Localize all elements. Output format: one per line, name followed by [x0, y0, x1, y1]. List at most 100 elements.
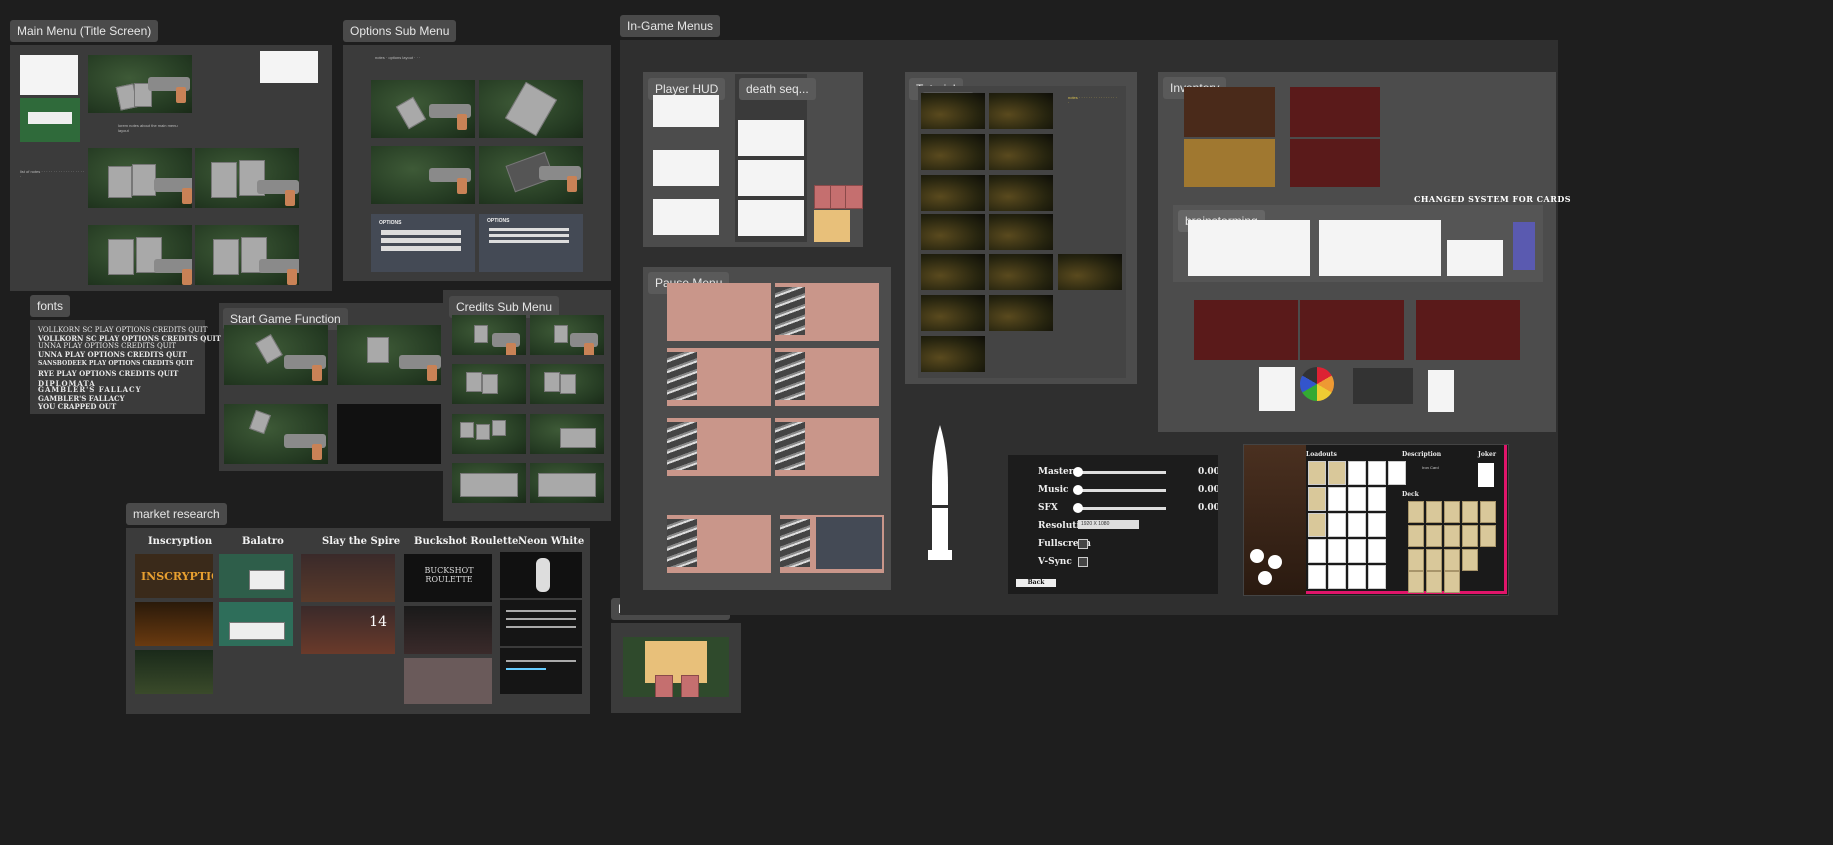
inventory-color-thumb [1194, 300, 1298, 360]
master-value: 0.00 [1198, 467, 1218, 477]
inventory-thumb [1184, 87, 1275, 137]
options-thumb [371, 146, 475, 204]
pause-thumb [667, 418, 771, 476]
inventory-color-thumb [1300, 300, 1404, 360]
master-slider[interactable] [1073, 467, 1166, 477]
title-mockup-thumb [20, 98, 80, 142]
resolution-dropdown[interactable]: 1920 X 1080 [1078, 520, 1139, 529]
main-menu-section: lorem notes about the main menu layout l… [10, 45, 332, 291]
loadout-room [1244, 445, 1306, 595]
start-game-blackout-thumb [337, 404, 441, 464]
brainstorm-sketch [1188, 220, 1310, 276]
font-sample: GAMBLER'S FALLACY [38, 385, 142, 394]
inscryption-logo: INSCRYPTION [141, 570, 213, 583]
chip-icon [1268, 555, 1282, 569]
music-value: 0.00 [1198, 485, 1218, 495]
note-list: list of notes · · · · · · · · · · · · · … [20, 169, 85, 179]
font-sample: RYE PLAY OPTIONS CREDITS QUIT [38, 369, 179, 378]
vsync-checkbox[interactable] [1078, 557, 1088, 567]
pause-thumb [667, 515, 771, 573]
title-variant-thumb [195, 225, 299, 285]
music-label: Music [1038, 485, 1069, 495]
credits-thumb [452, 315, 526, 355]
start-game-thumb [224, 404, 328, 464]
settings-panel: Master 0.00 Music 0.00 SFX 0.00 Resoluti… [1008, 455, 1218, 594]
description-label: Description [1402, 451, 1442, 458]
changed-system-heading: CHANGED SYSTEM FOR CARDS [1414, 194, 1572, 204]
section-label-fonts[interactable]: fonts [30, 295, 71, 317]
inventory-color-thumb [1416, 300, 1520, 360]
pause-thumb [667, 283, 771, 341]
section-label-in-game[interactable]: In-Game Menus [620, 15, 721, 37]
font-sample: VOLLKORN SC PLAY OPTIONS CREDITS QUIT [38, 326, 208, 334]
title-screen-thumb [88, 55, 192, 113]
hud-thumb [653, 150, 719, 186]
back-button[interactable]: Back [1016, 579, 1056, 587]
inscryption-thumb [135, 650, 213, 694]
balatro-thumb [219, 602, 293, 646]
section-label-main-menu[interactable]: Main Menu (Title Screen) [10, 20, 159, 42]
start-game-thumb [224, 325, 328, 385]
title-variant-thumb [88, 148, 192, 208]
options-section: notes · options layout · · · OPTIONS OPT… [343, 45, 611, 281]
credits-thumb [452, 364, 526, 404]
credits-thumb [530, 315, 604, 355]
deck-label: Deck [1402, 491, 1419, 498]
market-game-title: Balatro [242, 536, 284, 547]
pause-thumb [667, 348, 771, 406]
options-menu-thumb: OPTIONS [479, 214, 583, 272]
hud-thumb [653, 95, 719, 127]
neon-white-thumb [500, 552, 582, 598]
credits-thumb [452, 463, 526, 503]
pause-thumb [775, 283, 879, 341]
sfx-label: SFX [1038, 503, 1058, 513]
canvas: { "sections": { "main_menu": "Main Menu … [0, 0, 1833, 845]
note-text: lorem notes about the main menu layout [118, 123, 178, 133]
card-name: Iron Card [1422, 465, 1439, 470]
buckshot-thumb [404, 658, 492, 704]
tutorial-notes: notes · · · · · · · · · · · · · · · · · [1068, 95, 1117, 105]
options-thumb [479, 80, 583, 138]
slot-sketch [1428, 370, 1454, 412]
loadout-screen: Loadouts Description Joker Iron Card Dec… [1243, 444, 1509, 596]
fonts-section: VOLLKORN SC PLAY OPTIONS CREDITS QUIT VO… [30, 320, 221, 414]
sfx-slider[interactable] [1073, 503, 1166, 513]
vsync-label: V-Sync [1038, 557, 1072, 567]
section-label-death-sequence[interactable]: death seq... [739, 78, 816, 100]
brainstorm-sketch [1319, 220, 1441, 276]
market-game-title: Buckshot Roulette [414, 536, 519, 547]
inventory-thumb [1290, 87, 1380, 137]
credits-thumb [530, 463, 604, 503]
joker-slot[interactable] [1478, 463, 1494, 487]
neon-white-thumb [500, 648, 582, 694]
title-variant-thumb [195, 148, 299, 208]
balatro-thumb [219, 554, 293, 598]
buckshot-logo: BUCKSHOT ROULETTE [424, 566, 474, 584]
brainstorm-sketch [1447, 240, 1503, 276]
pause-thumb [775, 418, 879, 476]
note-card [814, 210, 850, 242]
inscryption-thumb [135, 602, 213, 646]
card-sketch [845, 185, 863, 209]
color-wheel-icon [1300, 367, 1334, 401]
music-slider[interactable] [1073, 485, 1166, 495]
credits-thumb [530, 364, 604, 404]
slay-the-spire-thumb: 14 [301, 606, 395, 654]
market-game-title: Inscryption [148, 536, 213, 547]
start-game-thumb [337, 325, 441, 385]
neon-white-thumb [500, 600, 582, 646]
market-game-title: Neon White [518, 536, 585, 547]
font-sample: SANSBODEEK PLAY OPTIONS CREDITS QUIT [38, 360, 194, 367]
pause-thumb [775, 348, 879, 406]
buckshot-thumb: BUCKSHOT ROULETTE [404, 554, 492, 602]
title-variant-thumb [88, 225, 192, 285]
font-sample: UNNA PLAY OPTIONS CREDITS QUIT [38, 342, 177, 350]
death-thumb [738, 200, 804, 236]
fullscreen-checkbox[interactable] [1078, 539, 1088, 549]
credits-thumb [452, 414, 526, 454]
death-thumb [738, 120, 804, 156]
section-label-market-research[interactable]: market research [126, 503, 227, 525]
credits-thumb [530, 414, 604, 454]
section-label-options[interactable]: Options Sub Menu [343, 20, 457, 42]
brainstorm-sketch [1513, 222, 1535, 270]
